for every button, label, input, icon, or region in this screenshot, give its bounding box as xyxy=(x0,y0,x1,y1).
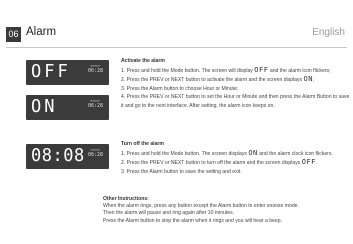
lcd-main-readout: 08:08 xyxy=(31,145,85,167)
lcd-glyph-inline: ON xyxy=(248,148,258,157)
turn-off-alarm-section: Turn off the alarm 1. Press and hold the… xyxy=(121,140,351,176)
section-heading: Other Instructions: xyxy=(103,196,149,202)
lcd-main-readout: OFF xyxy=(31,61,71,83)
lcd-display-on: ON ▪▪▪▪▪ 06:28 xyxy=(26,95,109,120)
header-divider xyxy=(6,47,347,48)
activate-alarm-section: Activate the alarm 1. Press and hold the… xyxy=(121,57,351,111)
lcd-small-time: 06:28 xyxy=(87,152,103,158)
lcd-display-off: OFF ▪▪▪▪▪ 06:28 xyxy=(26,60,109,85)
instruction-line: When the alarm rings, press any button e… xyxy=(103,203,299,210)
page-header: 06 Alarm English xyxy=(0,0,353,47)
instruction-step: 3. Press the Alarm button to choose Hour… xyxy=(121,85,239,92)
step-text: and the alarm icon flickers; xyxy=(269,67,331,74)
step-text: and the alarm clock icon flickers. xyxy=(259,150,333,157)
instruction-step: 4. Press the PREV or NEXT button to set … xyxy=(121,94,350,109)
other-instructions-section: Other Instructions: When the alarm rings… xyxy=(103,196,348,225)
section-heading: Activate the alarm xyxy=(121,58,165,64)
instruction-step: 1. Press and hold the Mode button. The s… xyxy=(121,66,351,76)
instruction-line: Then the alarm will pause and ring again… xyxy=(103,210,235,217)
step-text: ; xyxy=(312,77,315,84)
step-text: . xyxy=(315,160,318,167)
step-text: 1. Press and hold the Mode button. The s… xyxy=(121,67,253,74)
lcd-small-time: 06:28 xyxy=(87,68,103,74)
instruction-step: 2. Press the PREV or NEXT button to turn… xyxy=(121,158,351,168)
lcd-main-readout: ON xyxy=(31,96,58,118)
section-heading: Turn off the alarm xyxy=(121,141,164,147)
lcd-glyph-inline: OFF xyxy=(301,158,316,167)
lcd-side-panel: ▪▪▪▪▪ 06:28 xyxy=(88,99,103,110)
step-text: 2. Press the PREV or NEXT button to turn… xyxy=(121,160,301,167)
page-title: Alarm xyxy=(26,26,57,38)
lcd-side-panel: ▪▪▪▪▪ 06:28 xyxy=(88,148,103,159)
instruction-step: 3. Press the Alarm button to save the se… xyxy=(121,168,242,175)
lcd-glyph-inline: OFF xyxy=(254,65,269,74)
step-text: 2. Press the PREV or NEXT button to acti… xyxy=(121,77,303,84)
lcd-small-time: 06:28 xyxy=(87,103,103,109)
instruction-step: 2. Press the PREV or NEXT button to acti… xyxy=(121,75,351,85)
instruction-line: Press the Alarm button to stop the alarm… xyxy=(103,217,282,224)
lcd-display-time: 08:08 ▪▪▪▪▪ 06:28 xyxy=(26,144,109,169)
page-number-badge: 06 xyxy=(6,27,21,42)
lcd-side-panel: ▪▪▪▪▪ 06:28 xyxy=(88,64,103,75)
lcd-glyph-inline: ON xyxy=(303,75,313,84)
language-label: English xyxy=(312,27,345,38)
instruction-step: 1. Press and hold the Mode button. The s… xyxy=(121,149,351,159)
step-text: 1. Press and hold the Mode button. The s… xyxy=(121,150,247,157)
